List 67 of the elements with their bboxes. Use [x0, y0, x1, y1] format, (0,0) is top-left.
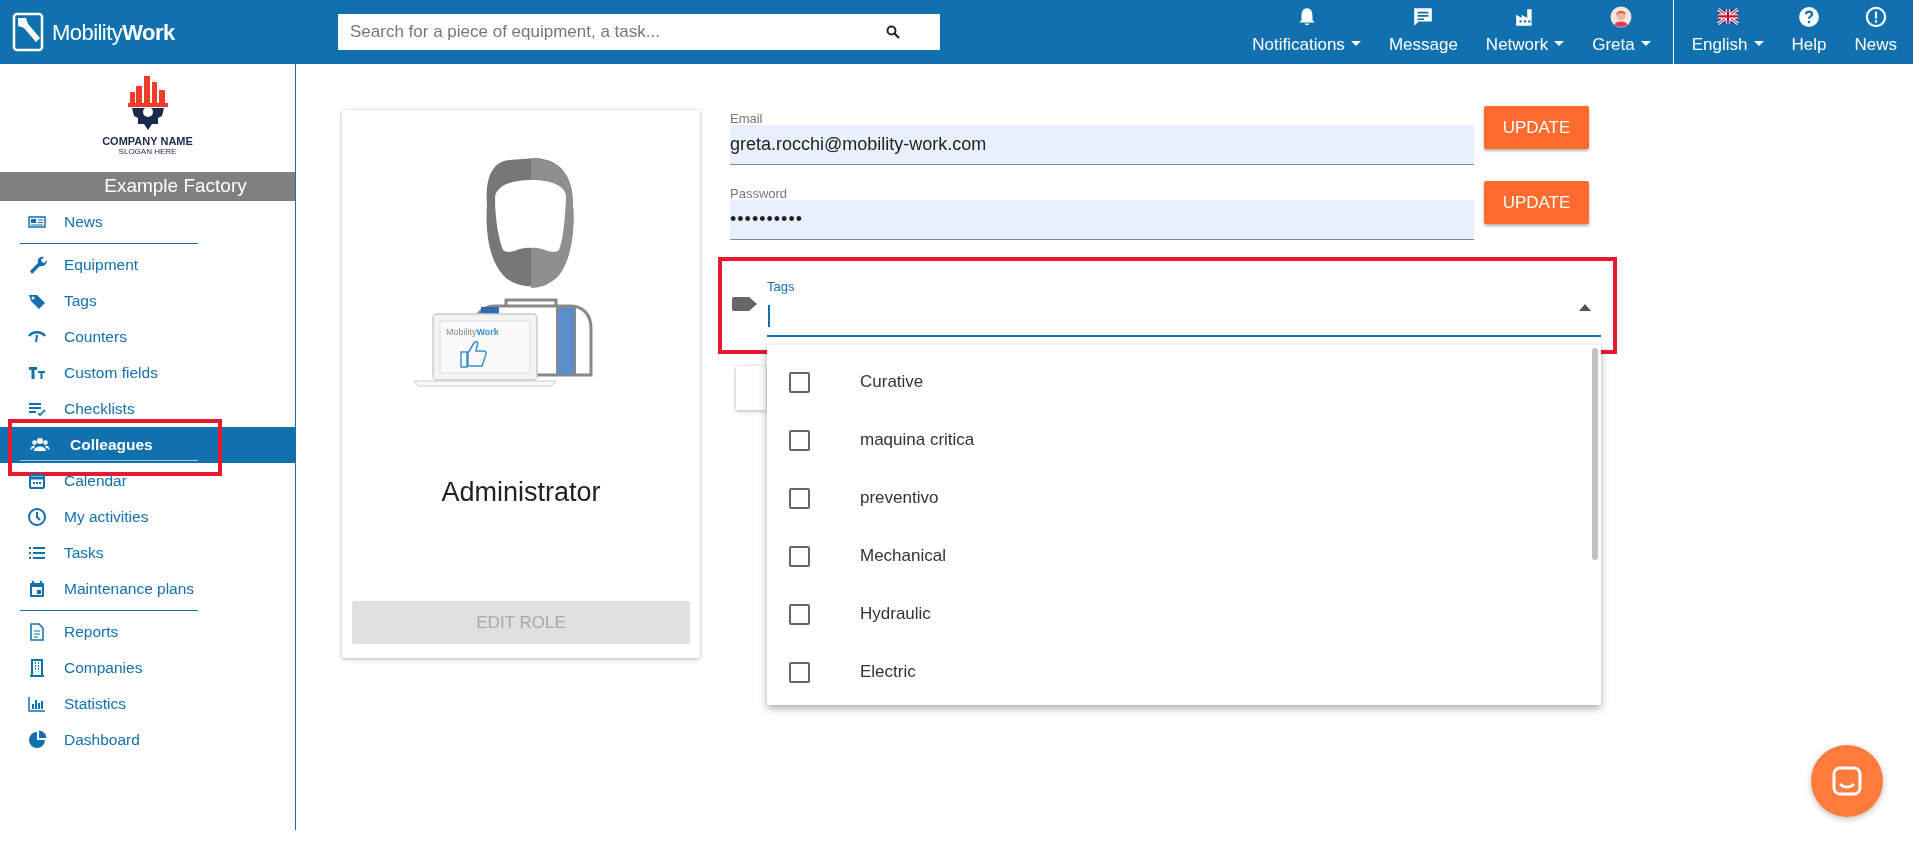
tag-icon: [732, 297, 757, 311]
checkbox[interactable]: [789, 661, 810, 683]
nav-button[interactable]: Notifications: [1238, 5, 1375, 57]
sidebar-item[interactable]: Reports: [0, 614, 295, 650]
sidebar-item[interactable]: Custom fields: [0, 355, 295, 391]
nav-button[interactable]: News: [1840, 5, 1911, 57]
document-icon: [27, 622, 47, 642]
checkbox[interactable]: [789, 371, 810, 393]
sidebar-item[interactable]: Companies: [0, 650, 295, 686]
tag-option[interactable]: Electric: [767, 643, 1601, 701]
flag-icon: [1716, 5, 1739, 28]
wrench-logo-icon: [12, 12, 46, 52]
update-button[interactable]: UPDATE: [1484, 106, 1589, 149]
help-icon: [1798, 5, 1820, 28]
nav-button[interactable]: Network: [1471, 5, 1579, 57]
sidebar-item[interactable]: Maintenance plans: [0, 571, 295, 607]
sidebar-item[interactable]: Checklists: [0, 391, 295, 427]
search-icon: [886, 25, 900, 39]
tag-option[interactable]: maquina critica: [767, 411, 1601, 469]
laptop-logo-text: MobilityWork: [446, 326, 499, 339]
tag-option[interactable]: Curative: [767, 353, 1601, 411]
sidebar-item[interactable]: Dashboard: [0, 722, 295, 758]
pie-chart-icon: [27, 730, 47, 750]
clock-icon: [27, 507, 47, 527]
password-field[interactable]: ••••••••••: [730, 200, 1474, 240]
wrench-icon: [27, 255, 47, 275]
role-title: Administrator: [441, 476, 601, 509]
scrollbar-thumb[interactable]: [1592, 348, 1598, 560]
exclamation-icon: [1864, 5, 1887, 28]
company-name: COMPANY NAME: [102, 136, 193, 147]
tag-option[interactable]: Mechanical: [767, 527, 1601, 585]
sidebar-item[interactable]: Tasks: [0, 535, 295, 571]
sidebar-item[interactable]: Calendar: [0, 463, 295, 499]
logo-text: MobilityWork: [52, 18, 175, 47]
sidebar-item[interactable]: Tags: [0, 283, 295, 319]
field-label: Password: [730, 187, 789, 200]
search-field[interactable]: Search for a piece of equipment, a task...: [338, 14, 940, 50]
tag-option[interactable]: preventivo: [767, 469, 1601, 527]
message-icon: [1412, 5, 1435, 28]
sidebar-item[interactable]: Colleagues: [0, 427, 295, 463]
nav-button[interactable]: Greta: [1578, 5, 1665, 57]
sidebar-item[interactable]: Equipment: [0, 247, 295, 283]
sidebar-item[interactable]: Counters: [0, 319, 295, 355]
update-button[interactable]: UPDATE: [1484, 181, 1589, 224]
checkbox[interactable]: [789, 487, 810, 509]
sidebar-item[interactable]: Statistics: [0, 686, 295, 722]
sidebar-item[interactable]: My activities: [0, 499, 295, 535]
avatar-icon: [1610, 5, 1633, 28]
nav-button[interactable]: Help: [1777, 5, 1841, 57]
bar-chart-icon: [27, 694, 47, 714]
chat-button[interactable]: [1811, 745, 1883, 817]
checkbox[interactable]: [789, 545, 810, 567]
site-name-bar: Example Factory: [0, 172, 295, 201]
nav-button[interactable]: English: [1677, 5, 1778, 57]
calendar-icon: [27, 579, 47, 599]
checkbox[interactable]: [789, 429, 810, 451]
tag-option[interactable]: Hydraulic: [767, 585, 1601, 643]
tags-field[interactable]: Tags: [767, 271, 1601, 337]
email-field[interactable]: greta.rocchi@mobility-work.com: [730, 125, 1474, 165]
field-label: Email: [730, 112, 764, 125]
calendar-icon: [27, 471, 47, 491]
checkbox[interactable]: [789, 603, 810, 625]
chat-icon: [1831, 765, 1863, 797]
nav-button[interactable]: Message: [1374, 5, 1472, 57]
building-icon: [27, 658, 47, 678]
sidebar-item[interactable]: News: [0, 204, 295, 240]
company-slogan: SLOGAN HERE: [118, 148, 177, 156]
